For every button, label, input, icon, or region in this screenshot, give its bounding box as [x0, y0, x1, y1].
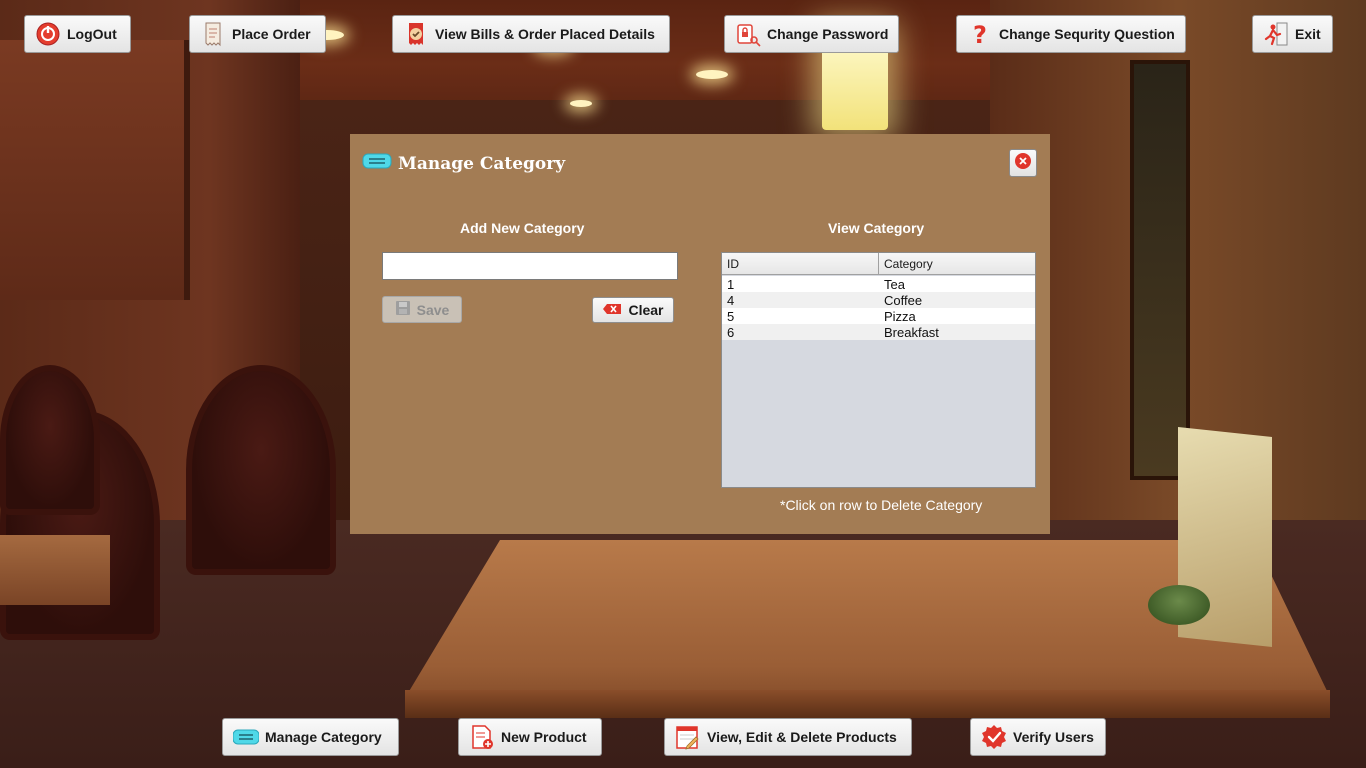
lock-key-icon [735, 21, 761, 47]
category-icon [233, 724, 259, 750]
wall-panel [0, 40, 190, 300]
table-edge [405, 690, 1330, 718]
exit-label: Exit [1295, 26, 1321, 42]
change-password-label: Change Password [767, 26, 889, 42]
chair [0, 365, 100, 515]
clear-button[interactable]: Clear [592, 297, 674, 323]
logout-button[interactable]: LogOut [24, 15, 131, 53]
ceiling-light [570, 100, 592, 107]
logout-label: LogOut [67, 26, 117, 42]
table-row[interactable]: 5 Pizza [722, 308, 1035, 324]
floppy-icon [395, 300, 411, 319]
chair [186, 365, 336, 575]
side-table [0, 535, 110, 605]
cell-category: Coffee [884, 292, 923, 308]
new-document-icon [469, 724, 495, 750]
table-body: 1 Tea 4 Coffee 5 Pizza 6 Breakfast [722, 275, 1035, 340]
dialog-title: Manage Category [362, 152, 565, 175]
manage-category-dialog: Manage Category Add New Category Save Cl… [350, 134, 1050, 534]
table-header: ID Category [722, 253, 1035, 275]
ceiling-light [696, 70, 728, 79]
category-table: ID Category 1 Tea 4 Coffee 5 Pizza 6 Bre… [721, 252, 1036, 488]
view-edit-delete-products-button[interactable]: View, Edit & Delete Products [664, 718, 912, 756]
change-security-question-label: Change Sequrity Question [999, 26, 1175, 42]
clear-label: Clear [628, 302, 664, 318]
verify-users-button[interactable]: Verify Users [970, 718, 1106, 756]
svg-text:?: ? [973, 21, 987, 47]
exit-button[interactable]: Exit [1252, 15, 1333, 53]
place-order-label: Place Order [232, 26, 311, 42]
cell-id: 1 [727, 276, 735, 292]
view-category-heading: View Category [828, 220, 925, 236]
save-label: Save [416, 301, 450, 318]
view-bills-button[interactable]: View Bills & Order Placed Details [392, 15, 670, 53]
cell-category: Pizza [884, 308, 916, 324]
save-button[interactable]: Save [382, 296, 462, 323]
column-header-category[interactable]: Category [879, 253, 1035, 274]
close-button[interactable] [1009, 149, 1037, 177]
close-icon [1014, 152, 1032, 175]
verify-users-label: Verify Users [1013, 729, 1094, 745]
column-header-id[interactable]: ID [722, 253, 879, 274]
window [1130, 60, 1190, 480]
category-name-input[interactable] [382, 252, 678, 280]
manage-category-button[interactable]: Manage Category [222, 718, 399, 756]
cell-id: 4 [727, 292, 735, 308]
cell-id: 5 [727, 308, 735, 324]
edit-sheet-icon [675, 724, 701, 750]
table-row[interactable]: 4 Coffee [722, 292, 1035, 308]
power-icon [35, 21, 61, 47]
cell-category: Breakfast [884, 324, 939, 340]
question-icon: ? [967, 21, 993, 47]
bill-icon [403, 21, 429, 47]
change-password-button[interactable]: Change Password [724, 15, 899, 53]
add-category-heading: Add New Category [460, 220, 585, 236]
new-product-button[interactable]: New Product [458, 718, 602, 756]
manage-category-label: Manage Category [265, 729, 382, 745]
delete-hint: *Click on row to Delete Category [780, 497, 983, 513]
receipt-icon [200, 21, 226, 47]
category-icon [362, 152, 392, 175]
new-product-label: New Product [501, 729, 587, 745]
cell-category: Tea [884, 276, 905, 292]
table-row[interactable]: 6 Breakfast [722, 324, 1035, 340]
place-order-button[interactable]: Place Order [189, 15, 326, 53]
verified-check-icon [981, 724, 1007, 750]
eraser-icon [602, 302, 622, 318]
exit-run-icon [1263, 21, 1289, 47]
dialog-title-text: Manage Category [398, 153, 566, 174]
view-edit-delete-label: View, Edit & Delete Products [707, 729, 897, 745]
view-bills-label: View Bills & Order Placed Details [435, 26, 655, 42]
table-row[interactable]: 1 Tea [722, 276, 1035, 292]
service-bell [1148, 585, 1210, 625]
change-security-question-button[interactable]: ? Change Sequrity Question [956, 15, 1186, 53]
cell-id: 6 [727, 324, 735, 340]
